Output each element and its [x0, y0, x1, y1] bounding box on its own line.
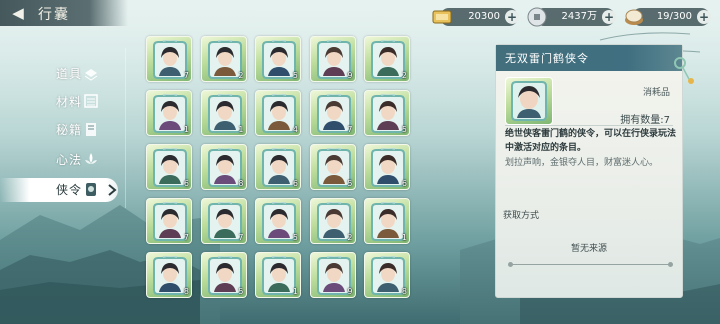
token-count: 6: [292, 179, 298, 188]
token-card[interactable]: 2: [200, 36, 247, 82]
token-card[interactable]: 5: [364, 90, 410, 136]
token-count: 5: [401, 125, 407, 134]
token-card[interactable]: 1: [364, 198, 410, 244]
token-card[interactable]: 8: [146, 252, 192, 298]
page-title: 行囊: [38, 7, 70, 23]
sidebar-item-lotus[interactable]: 心法: [0, 148, 118, 172]
token-count: 1: [183, 125, 189, 134]
sidebar-divider: [125, 48, 126, 208]
lotus-icon: [85, 153, 97, 164]
token-count: 7: [347, 125, 353, 134]
sidebar-item-items[interactable]: 道具: [0, 62, 118, 86]
token-count: 9: [347, 71, 353, 80]
add-food-button[interactable]: +: [697, 10, 711, 24]
token-card[interactable]: 9: [309, 36, 356, 82]
sidebar-item-materials[interactable]: 材料: [0, 90, 118, 114]
materials-icon: [84, 94, 98, 108]
token-card[interactable]: 7: [146, 198, 192, 244]
source-value: 暂无来源: [570, 244, 607, 254]
token-card[interactable]: 5: [255, 198, 301, 244]
sidebar-item-label: 侠令: [56, 183, 83, 197]
token-count: 6: [401, 179, 407, 188]
token-card[interactable]: 4: [255, 90, 301, 136]
token-card[interactable]: 9: [309, 252, 356, 298]
token-count: 5: [292, 71, 298, 80]
token-grid: 7 2 5 9 2 1 1 4 7 5 6 8 6 5 6 7 7 5 2 1 8 5 1 9 8: [146, 36, 448, 324]
bun-icon: [625, 9, 643, 25]
detail-title: 无双雷门鹤侠令: [505, 52, 589, 65]
token-card[interactable]: 6: [255, 144, 301, 190]
token-card[interactable]: 5: [255, 36, 301, 82]
divider-dot-right: [668, 262, 673, 267]
token-count: 5: [238, 287, 244, 296]
token-count: 7: [238, 233, 244, 242]
divider: [505, 125, 673, 126]
item-type-label: 消耗品: [642, 88, 670, 98]
token-card[interactable]: 2: [364, 36, 410, 82]
token-card[interactable]: 7: [200, 198, 247, 244]
hero-portrait-icon: [511, 81, 547, 121]
add-silver-button[interactable]: +: [602, 10, 616, 24]
token-icon: [86, 183, 96, 196]
sidebar-item-label: 道具: [56, 67, 83, 81]
add-ticket-button[interactable]: +: [505, 10, 519, 24]
title-bar: ◀ 行囊: [0, 0, 128, 26]
resource-food: 19/300 +: [622, 8, 711, 26]
item-description: 绝世侠客雷门鹤的侠令，可以在行侠录玩法中激活对应的条目。: [505, 129, 677, 153]
token-count: 2: [238, 71, 244, 80]
token-card[interactable]: 1: [200, 90, 247, 136]
owned-count: 拥有数量:7: [620, 111, 670, 126]
token-card[interactable]: 8: [200, 144, 247, 190]
source-label: 获取方式: [503, 211, 540, 221]
sidebar-item-label: 心法: [56, 153, 83, 167]
divider-dot-left: [508, 262, 513, 267]
token-count: 5: [347, 179, 353, 188]
ticket-icon: [432, 10, 452, 24]
token-card[interactable]: 7: [309, 90, 356, 136]
token-card[interactable]: 5: [200, 252, 247, 298]
token-count: 7: [183, 233, 189, 242]
detail-header: 无双雷门鹤侠令: [496, 45, 682, 71]
manual-icon: [86, 123, 96, 136]
top-bar: ◀ 行囊 20300 + 2437万 + 19/300 +: [0, 0, 720, 34]
token-count: 8: [183, 287, 189, 296]
sidebar-item-label: 秘籍: [56, 123, 83, 137]
token-count: 2: [347, 233, 353, 242]
token-card[interactable]: 5: [309, 144, 356, 190]
items-icon: [84, 69, 98, 81]
token-count: 8: [238, 179, 244, 188]
token-count: 5: [292, 233, 298, 242]
chevron-right-icon: [108, 184, 117, 196]
item-detail-panel: 无双雷门鹤侠令 消耗品 拥有数量:7 绝世侠客雷门鹤的侠令，可以在行侠录玩法中激…: [495, 44, 694, 298]
token-count: 1: [401, 233, 407, 242]
resource-silver: 2437万 +: [525, 7, 616, 27]
silver-coin-icon: [527, 7, 547, 27]
detail-token-image: [505, 77, 553, 125]
token-count: 8: [401, 287, 407, 296]
token-count: 1: [292, 287, 298, 296]
knot-ornament-icon: [674, 57, 694, 84]
token-card[interactable]: 6: [146, 144, 192, 190]
resource-ticket: 20300 +: [430, 8, 519, 26]
token-count: 9: [347, 287, 353, 296]
source-divider: [510, 264, 670, 265]
token-count: 7: [183, 71, 189, 80]
token-count: 1: [238, 125, 244, 134]
token-card[interactable]: 1: [146, 90, 192, 136]
token-card[interactable]: 8: [364, 252, 410, 298]
back-button[interactable]: ◀: [8, 3, 28, 23]
token-count: 2: [401, 71, 407, 80]
token-card[interactable]: 2: [309, 198, 356, 244]
item-flavor-text: 划拉声响，金银夺人目，财富迷人心。: [505, 158, 659, 168]
token-count: 4: [292, 125, 298, 134]
token-card[interactable]: 1: [255, 252, 301, 298]
token-card[interactable]: 6: [364, 144, 410, 190]
sidebar-item-tokens[interactable]: 侠令: [0, 178, 118, 202]
sidebar-item-label: 材料: [56, 95, 83, 109]
token-count: 6: [183, 179, 189, 188]
token-card[interactable]: 7: [146, 36, 192, 82]
sidebar-item-manual[interactable]: 秘籍: [0, 118, 118, 142]
